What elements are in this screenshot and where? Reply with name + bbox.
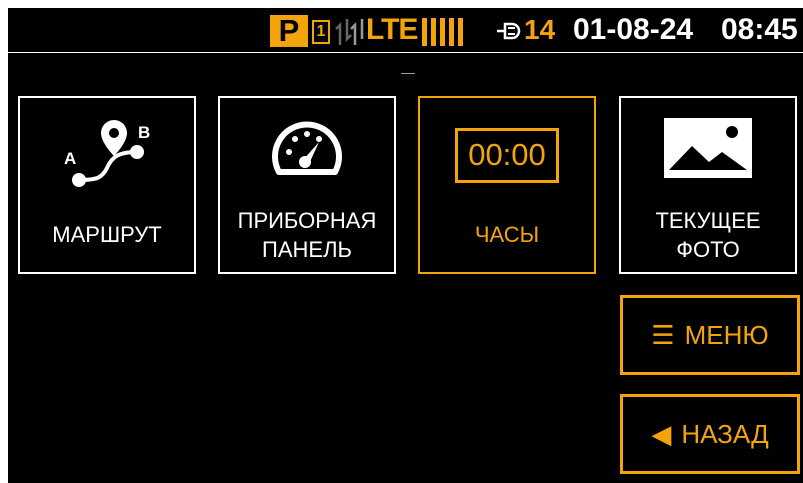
route-tile-label: МАРШРУТ <box>52 222 162 247</box>
data-transfer-icon <box>335 19 364 45</box>
clock-value: 00:00 <box>455 128 559 183</box>
back-button[interactable]: ◀ НАЗАД <box>620 394 800 474</box>
route-end-label: B <box>138 123 150 142</box>
page-indicator <box>401 73 415 74</box>
speedometer-icon <box>220 116 394 186</box>
signal-strength-icon <box>422 18 470 48</box>
back-button-label: НАЗАД <box>681 419 769 449</box>
route-start-label: A <box>64 149 76 168</box>
network-type: LTE <box>366 13 418 46</box>
current-photo-tile[interactable]: ТЕКУЩЕЕ ФОТО <box>619 96 797 274</box>
sim-slot-badge: 1 <box>312 20 330 44</box>
route-icon: A B <box>20 116 194 187</box>
dashboard-tile-label: ПРИБОРНАЯ ПАНЕЛЬ <box>237 208 377 262</box>
current-photo-tile-label: ТЕКУЩЕЕ ФОТО <box>655 208 761 262</box>
menu-button-label: МЕНЮ <box>684 320 769 350</box>
time-display: 08:45 <box>721 13 798 46</box>
satellite-count: 14 <box>524 14 556 45</box>
menu-button[interactable]: ☰ МЕНЮ <box>620 295 800 375</box>
clock-display-icon: 00:00 <box>420 116 594 186</box>
clock-tile-label: ЧАСЫ <box>474 222 540 247</box>
dashboard-tile[interactable]: ПРИБОРНАЯ ПАНЕЛЬ <box>218 96 396 274</box>
device-screen: P 1 LTE 14 01-08-24 08:45 A B МАРШРУТ ПР… <box>8 8 803 483</box>
left-triangle-icon: ◀ <box>651 419 672 449</box>
clock-tile[interactable]: 00:00 ЧАСЫ <box>418 96 596 274</box>
status-bar: P 1 LTE 14 01-08-24 08:45 <box>8 8 803 53</box>
parking-badge: P <box>270 15 308 47</box>
date-display: 01-08-24 <box>573 13 694 46</box>
photo-icon <box>621 116 795 186</box>
power-plug-icon <box>497 22 521 40</box>
hamburger-icon: ☰ <box>651 320 675 350</box>
route-tile[interactable]: A B МАРШРУТ <box>18 96 196 274</box>
